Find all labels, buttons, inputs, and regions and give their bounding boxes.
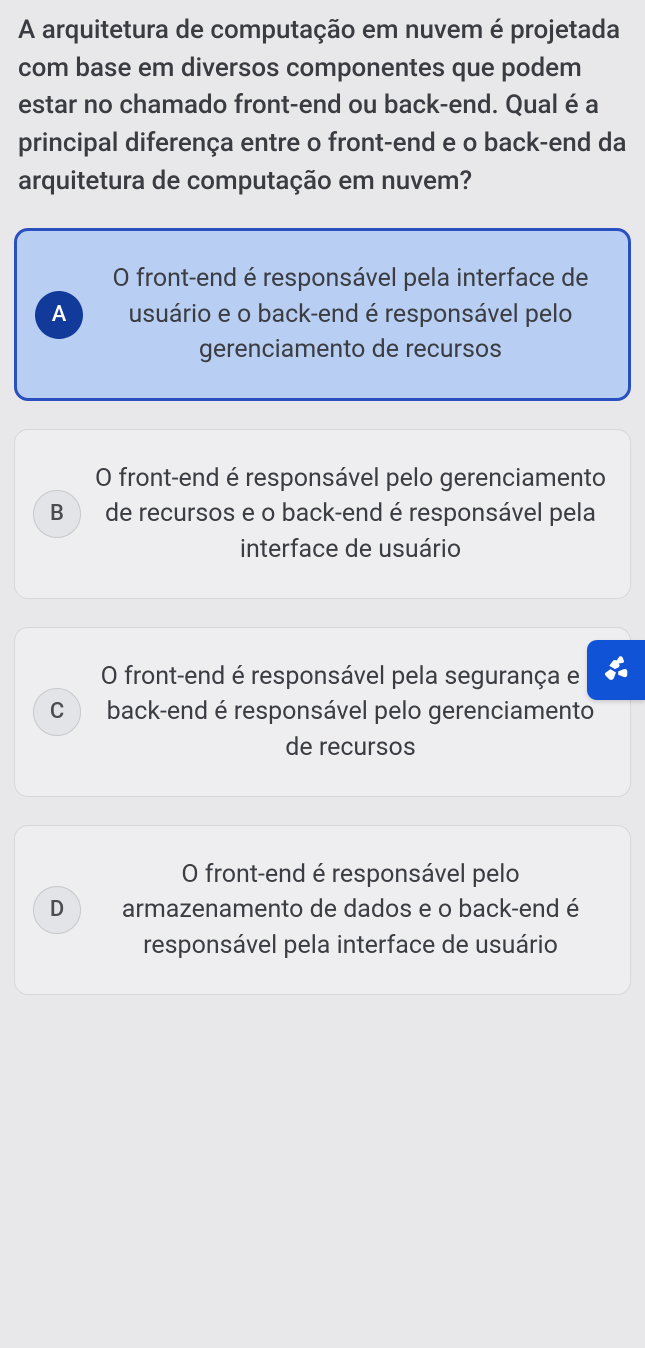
options-list: A O front-end é responsável pela interfa… (12, 228, 633, 995)
option-d[interactable]: D O front-end é responsável pelo armazen… (14, 825, 631, 995)
sign-language-icon (598, 650, 634, 690)
option-b[interactable]: B O front-end é responsável pelo gerenci… (14, 429, 631, 599)
accessibility-button[interactable] (587, 640, 645, 700)
option-letter-badge: D (33, 886, 81, 934)
option-text: O front-end é responsável pela segurança… (89, 659, 612, 766)
option-a[interactable]: A O front-end é responsável pela interfa… (14, 228, 631, 401)
option-text: O front-end é responsável pelo armazenam… (89, 857, 612, 964)
option-text: O front-end é responsável pela interface… (91, 261, 610, 368)
option-letter-badge: C (33, 688, 81, 736)
question-text: A arquitetura de computação em nuvem é p… (12, 8, 633, 228)
option-c[interactable]: C O front-end é responsável pela seguran… (14, 627, 631, 797)
option-letter-badge: A (35, 291, 83, 339)
option-text: O front-end é responsável pelo gerenciam… (89, 461, 612, 568)
option-letter-badge: B (33, 490, 81, 538)
